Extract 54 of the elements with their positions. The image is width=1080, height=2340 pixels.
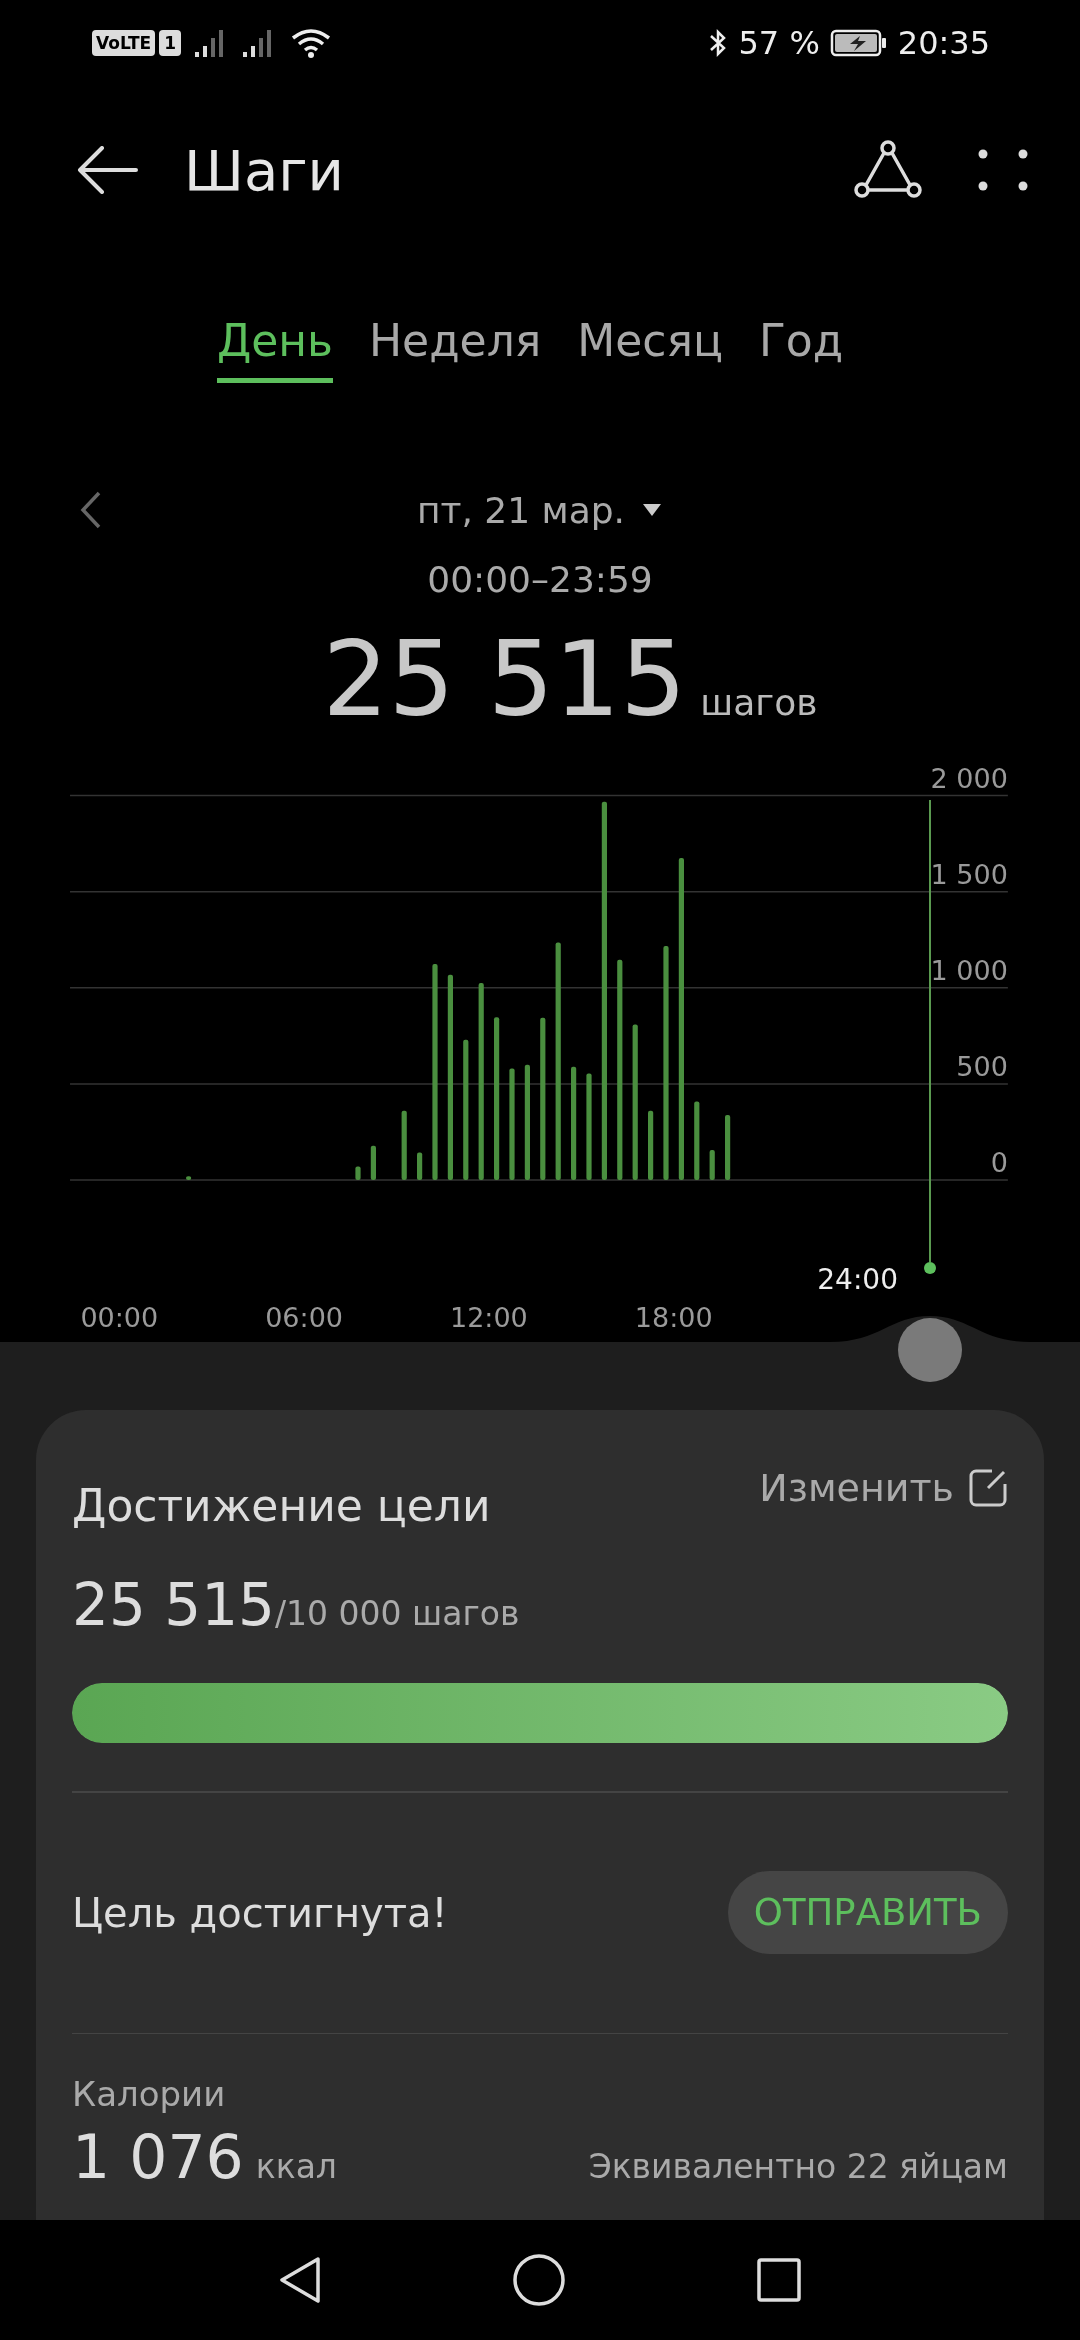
time-range: 00:00–23:59 — [426, 559, 654, 600]
step-bar — [709, 1150, 715, 1180]
back-arrow-icon[interactable] — [76, 146, 140, 194]
sim-badge: 1 — [159, 29, 181, 56]
calories-equivalent: Эквивалентно 22 яйцам — [588, 2147, 1008, 2186]
step-bar — [401, 1110, 407, 1180]
goal-status: Цель достигнута! — [72, 1889, 448, 1936]
battery-percent: 57 % — [738, 23, 820, 62]
route-icon[interactable] — [854, 140, 922, 200]
y-axis-label: 1 500 — [930, 858, 1008, 890]
y-axis-label: 1 000 — [930, 954, 1008, 986]
step-count: 25 515 — [322, 618, 687, 740]
page-title: Шаги — [184, 137, 345, 203]
scrubber-handle[interactable] — [898, 1318, 962, 1382]
step-bar — [417, 1152, 423, 1180]
date-label[interactable]: пт, 21 мар. — [416, 489, 626, 531]
battery-charging-icon — [829, 27, 888, 58]
back-nav-icon[interactable] — [278, 2255, 322, 2305]
x-axis-label: 18:00 — [634, 1302, 713, 1333]
calories-unit: ккал — [255, 2147, 337, 2186]
cursor-dot — [924, 1262, 936, 1274]
x-axis-label: 12:00 — [450, 1302, 528, 1333]
step-bar — [186, 1176, 192, 1180]
cursor-time: 24:00 — [817, 1263, 898, 1296]
goal-progress-value: 25 515 — [72, 1571, 275, 1639]
y-axis-label: 500 — [956, 1050, 1008, 1082]
period-tab[interactable]: День — [216, 315, 334, 383]
step-bar — [725, 1115, 731, 1180]
period-tab[interactable]: Неделя — [369, 315, 542, 383]
send-button[interactable]: ОТПРАВИТЬ — [727, 1871, 1008, 1954]
recents-nav-icon[interactable] — [756, 2257, 802, 2303]
y-axis-label: 2 000 — [930, 762, 1008, 794]
x-axis-label: 06:00 — [265, 1302, 343, 1333]
clock: 20:35 — [897, 23, 990, 62]
x-axis-label: 00:00 — [80, 1302, 159, 1333]
wifi-icon — [291, 27, 331, 58]
period-tab[interactable]: Месяц — [577, 315, 723, 383]
dropdown-icon[interactable] — [641, 502, 664, 518]
step-bar — [370, 1145, 376, 1180]
goal-target: /10 000 шагов — [274, 1594, 520, 1633]
edit-link[interactable]: Изменить — [759, 1466, 1008, 1510]
step-unit: шагов — [700, 682, 818, 723]
y-axis-label: 0 — [990, 1147, 1008, 1178]
volte-badge: VoLTE — [92, 29, 156, 56]
more-icon[interactable] — [978, 149, 1028, 191]
calories-value: 1 076 — [72, 2122, 244, 2192]
step-bar — [648, 1110, 654, 1180]
home-nav-icon[interactable] — [512, 2253, 566, 2307]
card-title: Достижение цели — [72, 1480, 491, 1531]
calories-label: Калории — [72, 2074, 227, 2114]
edit-icon — [968, 1468, 1008, 1508]
chevron-left-icon[interactable] — [80, 490, 102, 530]
step-bar — [355, 1166, 361, 1180]
period-tab[interactable]: Год — [758, 315, 844, 383]
